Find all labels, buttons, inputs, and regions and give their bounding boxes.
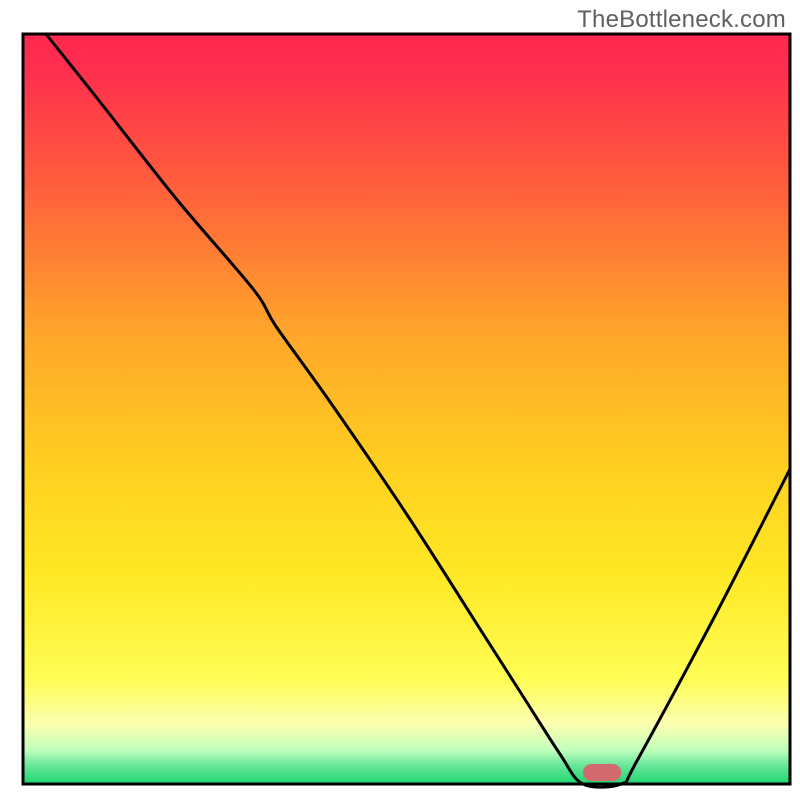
chart-container: TheBottleneck.com — [0, 0, 800, 800]
optimal-range-marker — [583, 764, 621, 781]
watermark-text: TheBottleneck.com — [577, 6, 786, 34]
bottleneck-chart — [0, 0, 800, 800]
plot-background — [23, 34, 790, 784]
